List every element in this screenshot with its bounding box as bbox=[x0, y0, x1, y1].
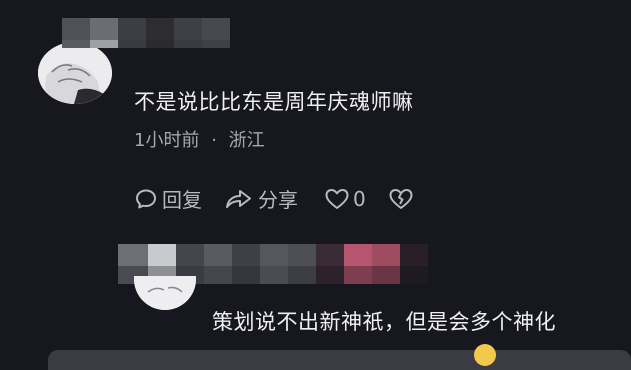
dislike-button[interactable] bbox=[388, 187, 414, 211]
share-button[interactable]: 分享 bbox=[224, 184, 298, 213]
reply-avatar[interactable] bbox=[134, 276, 196, 310]
broken-heart-icon bbox=[389, 188, 413, 209]
reply-button[interactable]: 回复 bbox=[134, 184, 202, 213]
reply-username-blurred[interactable] bbox=[118, 244, 428, 266]
share-label: 分享 bbox=[258, 188, 298, 212]
reply-comment-text: 策划说不出新神祇，但是会多个神化 bbox=[212, 310, 556, 334]
comment-actions: 回复 分享 0 bbox=[134, 184, 414, 213]
emoji-icon bbox=[474, 344, 496, 366]
heart-icon bbox=[325, 188, 349, 209]
comment-meta: 1小时前 · 浙江 bbox=[134, 126, 265, 152]
comment-bubble-icon bbox=[136, 189, 156, 208]
reply-label: 回复 bbox=[162, 188, 202, 212]
comment-text: 不是说比比东是周年庆魂师嘛 bbox=[134, 90, 414, 114]
avatar-illustration bbox=[38, 42, 112, 104]
avatar[interactable] bbox=[38, 42, 112, 104]
like-count: 0 bbox=[353, 186, 366, 211]
share-arrow-icon bbox=[226, 189, 251, 208]
bottom-input-bar[interactable] bbox=[48, 350, 631, 370]
like-button[interactable]: 0 bbox=[324, 187, 366, 211]
comment-location: 浙江 bbox=[228, 130, 265, 151]
comment-time: 1小时前 bbox=[134, 130, 200, 151]
reply-avatar-illustration bbox=[134, 276, 196, 310]
meta-separator: · bbox=[211, 130, 217, 151]
username-blurred[interactable] bbox=[62, 18, 230, 40]
username-blurred-row2 bbox=[62, 40, 230, 48]
